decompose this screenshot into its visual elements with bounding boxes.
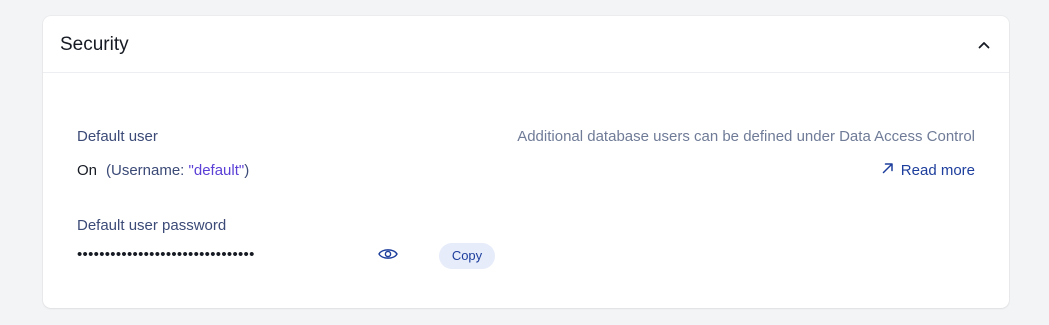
security-card-header[interactable]: Security bbox=[43, 16, 1009, 73]
chevron-up-icon bbox=[977, 38, 991, 57]
additional-users-info: Additional database users can be defined… bbox=[517, 128, 975, 145]
default-username: (Username: "default") bbox=[106, 161, 249, 181]
password-value: •••••••••••••••••••••••••••••••• bbox=[77, 246, 255, 263]
username-value: "default" bbox=[188, 162, 245, 179]
read-more-label: Read more bbox=[900, 162, 975, 179]
read-more-link[interactable]: Read more bbox=[881, 161, 975, 181]
default-user-status: On bbox=[77, 162, 98, 179]
section-title: Security bbox=[60, 34, 129, 55]
collapse-button[interactable] bbox=[973, 36, 995, 58]
password-label: Default user password bbox=[77, 217, 227, 234]
default-user-label: Default user bbox=[77, 128, 158, 145]
security-card: Security Default user On (Username: "def… bbox=[43, 16, 1009, 308]
arrow-up-right-icon bbox=[881, 161, 895, 181]
eye-icon bbox=[378, 247, 398, 266]
show-password-button[interactable] bbox=[377, 245, 399, 267]
username-suffix: ) bbox=[244, 162, 250, 179]
username-prefix: (Username: bbox=[106, 162, 189, 179]
copy-password-button[interactable]: Copy bbox=[439, 243, 495, 269]
